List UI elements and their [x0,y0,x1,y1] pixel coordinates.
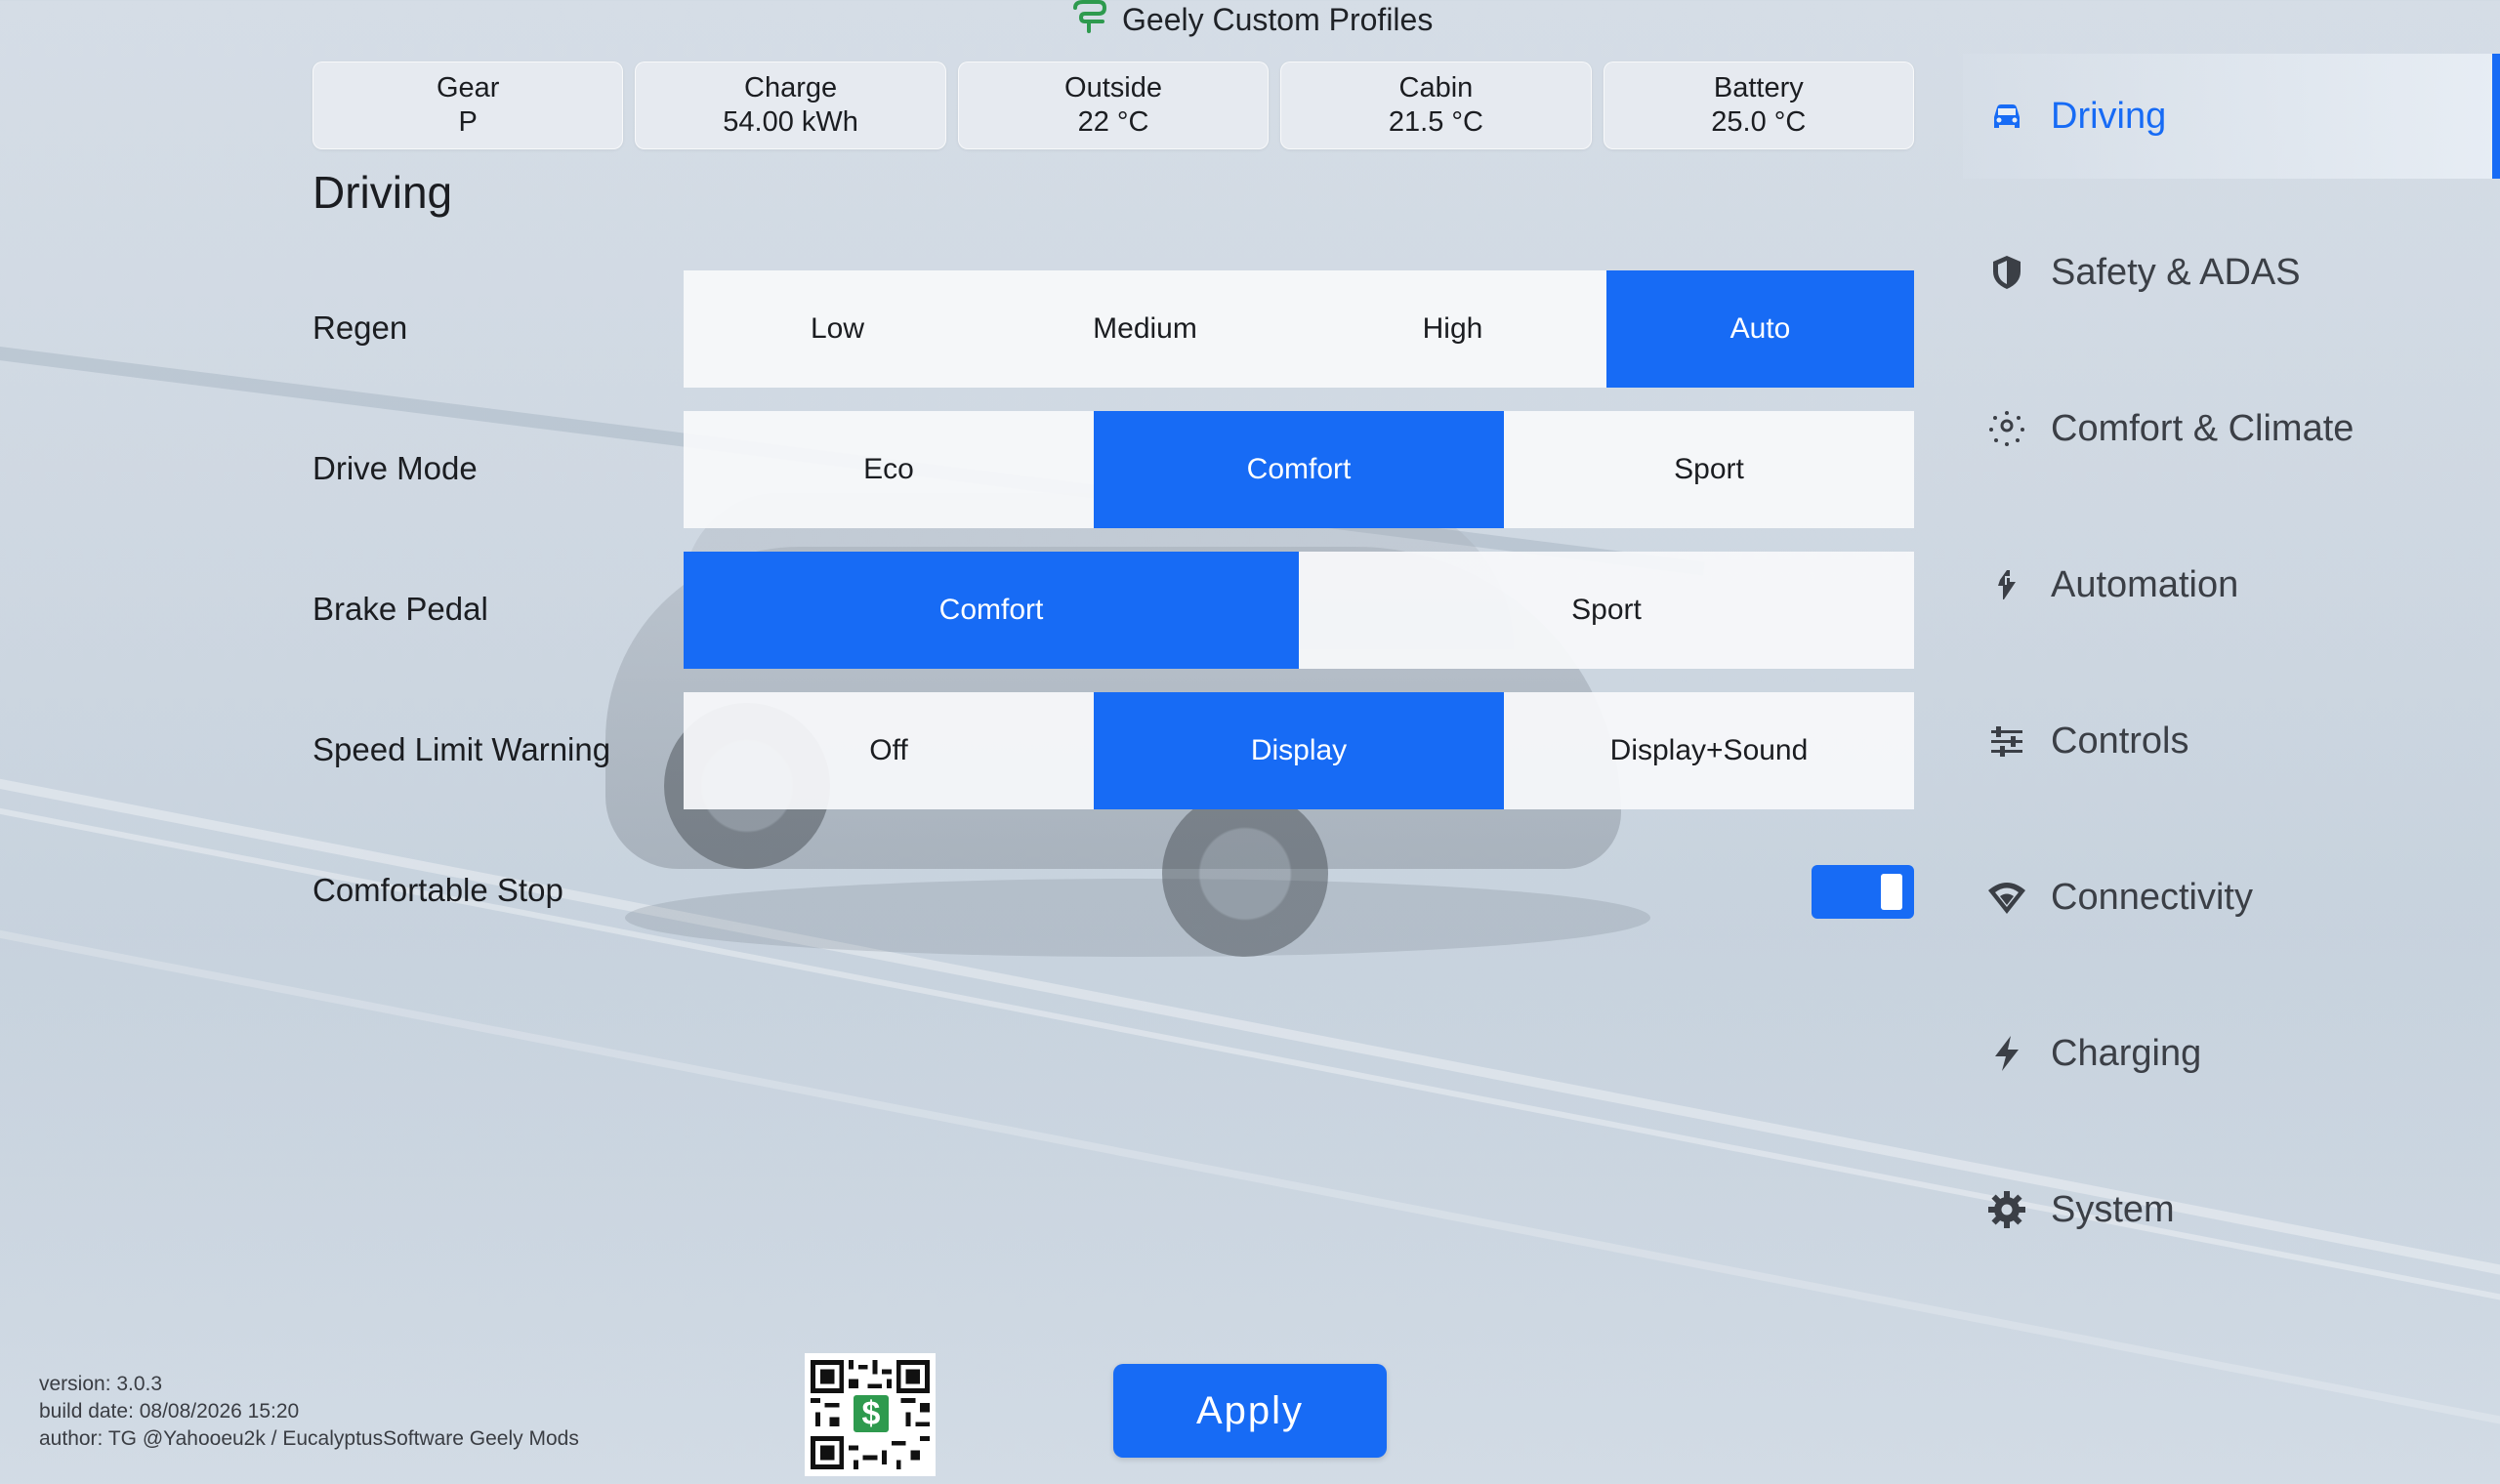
drive-mode-label: Drive Mode [312,450,478,486]
status-label: Gear [436,72,500,103]
comfortable-stop-label: Comfortable Stop [312,872,563,908]
wifi-icon [1986,877,2027,918]
gear-icon [1986,1189,2027,1230]
sidebar-item-driving[interactable]: Driving [1963,54,2500,179]
status-label: Battery [1713,72,1804,103]
regen-option-low[interactable]: Low [684,270,991,388]
sidebar-item-charging[interactable]: Charging [1963,991,2500,1116]
apply-button[interactable]: Apply [1113,1364,1387,1458]
drive-mode-option-eco[interactable]: Eco [684,411,1094,528]
page-title: Driving [312,167,453,218]
sliders-icon [1986,721,2027,762]
version-text: version: 3.0.3 [39,1373,163,1395]
donation-qr-code: $ [805,1353,936,1476]
sidebar-nav: Driving Safety & ADAS Comfort & Climate … [1963,54,2500,1303]
drive-mode-selector: Eco Comfort Sport [684,411,1914,528]
sidebar-item-system[interactable]: System [1963,1147,2500,1272]
build-date-text: build date: 08/08/2026 15:20 [39,1400,300,1422]
background-car-shadow [625,879,1650,957]
dollar-icon: $ [851,1392,892,1435]
sidebar-item-label: Safety & ADAS [2051,251,2301,293]
brake-pedal-label: Brake Pedal [312,591,488,627]
speed-limit-option-display-sound[interactable]: Display+Sound [1504,692,1914,809]
drive-mode-option-sport[interactable]: Sport [1504,411,1914,528]
status-value: 22 °C [1077,106,1149,138]
speed-limit-warning-selector: Off Display Display+Sound [684,692,1914,809]
sidebar-item-safety-adas[interactable]: Safety & ADAS [1963,210,2500,335]
app-title: Geely Custom Profiles [1069,0,1433,39]
drive-mode-option-comfort[interactable]: Comfort [1094,411,1504,528]
sidebar-item-label: Charging [2051,1032,2202,1074]
bolt-icon [1986,1033,2027,1074]
app-title-text: Geely Custom Profiles [1122,1,1434,37]
status-value: 21.5 °C [1388,106,1483,138]
status-card-battery: Battery 25.0 °C [1603,62,1915,149]
brake-pedal-selector: Comfort Sport [684,552,1914,669]
status-value: 25.0 °C [1711,106,1807,138]
sidebar-item-label: Driving [2051,95,2167,137]
brake-pedal-option-comfort[interactable]: Comfort [684,552,1299,669]
automation-icon [1986,564,2027,605]
car-icon [1986,96,2027,137]
status-card-charge: Charge 54.00 kWh [635,62,946,149]
regen-option-medium[interactable]: Medium [991,270,1299,388]
status-value: P [458,106,478,138]
brake-pedal-option-sport[interactable]: Sport [1299,552,1914,669]
background-car-wheel [1162,791,1328,957]
status-card-cabin: Cabin 21.5 °C [1280,62,1592,149]
regen-option-auto[interactable]: Auto [1606,270,1914,388]
author-text: author: TG @Yahooeu2k / EucalyptusSoftwa… [39,1427,579,1450]
geely-logo-icon [1069,0,1108,43]
status-value: 54.00 kWh [723,106,858,138]
status-bar: Gear P Charge 54.00 kWh Outside 22 °C Ca… [312,62,1915,149]
sidebar-item-label: System [2051,1188,2175,1230]
sidebar-item-automation[interactable]: Automation [1963,522,2500,647]
shield-icon [1986,252,2027,293]
sidebar-item-controls[interactable]: Controls [1963,679,2500,804]
status-label: Outside [1064,72,1162,103]
sidebar-item-connectivity[interactable]: Connectivity [1963,835,2500,960]
regen-option-high[interactable]: High [1299,270,1606,388]
sidebar-item-label: Automation [2051,563,2239,605]
status-label: Cabin [1398,72,1474,103]
speed-limit-warning-label: Speed Limit Warning [312,731,611,767]
sidebar-item-label: Connectivity [2051,876,2253,918]
regen-selector: Low Medium High Auto [684,270,1914,388]
sidebar-item-label: Controls [2051,720,2189,762]
comfortable-stop-toggle[interactable] [1812,865,1914,919]
sun-icon [1986,408,2027,449]
status-card-outside: Outside 22 °C [957,62,1270,149]
regen-label: Regen [312,309,408,346]
speed-limit-option-display[interactable]: Display [1094,692,1504,809]
toggle-knob [1881,874,1902,910]
status-label: Charge [744,72,838,103]
build-info: version: 3.0.3 build date: 08/08/2026 15… [39,1371,579,1453]
sidebar-item-label: Comfort & Climate [2051,407,2354,449]
sidebar-item-comfort-climate[interactable]: Comfort & Climate [1963,366,2500,491]
status-card-gear: Gear P [312,62,624,149]
speed-limit-option-off[interactable]: Off [684,692,1094,809]
